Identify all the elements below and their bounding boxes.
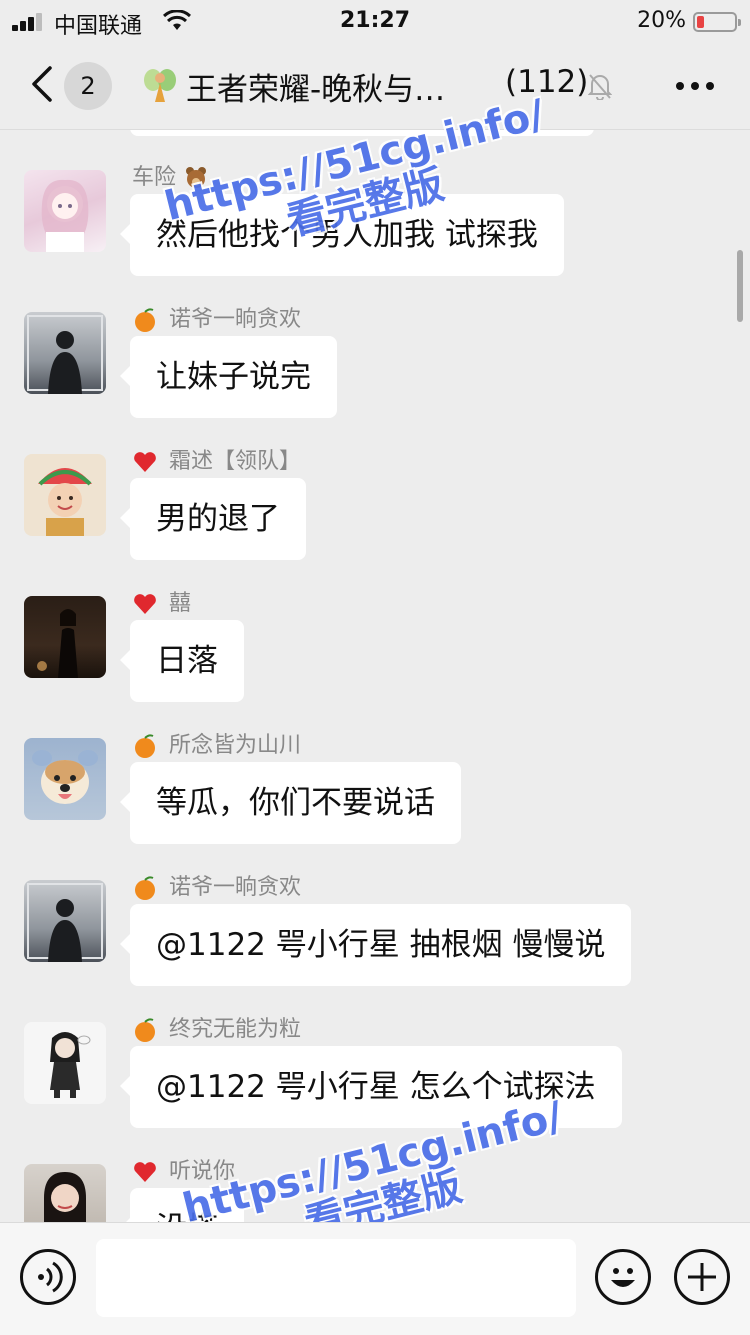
heart-icon xyxy=(134,594,156,614)
message-bubble[interactable]: 等瓜，你们不要说话 xyxy=(120,762,461,844)
avatar[interactable] xyxy=(24,454,106,536)
avatar[interactable] xyxy=(24,1022,106,1104)
message-bubble[interactable]: 日落 xyxy=(120,620,244,702)
heart-icon xyxy=(134,1162,156,1182)
scrollbar[interactable] xyxy=(737,250,743,322)
avatar[interactable] xyxy=(24,170,106,252)
previous-message-bubble xyxy=(130,130,594,136)
status-bar: 中国联通 21:27 20% xyxy=(0,0,750,42)
plus-icon xyxy=(688,1263,716,1291)
message-bubble[interactable]: 让妹子说完 xyxy=(120,336,337,418)
member-count: (112) xyxy=(505,64,589,100)
message-bubble[interactable]: @1122 咢小行星 怎么个试探法 xyxy=(120,1046,622,1128)
sender-name: 终究无能为粒 xyxy=(132,1014,301,1046)
sender-name: 诺爷一晌贪欢 xyxy=(132,872,301,904)
sender-name: 听说你 xyxy=(132,1156,235,1188)
avatar[interactable] xyxy=(24,738,106,820)
avatar[interactable] xyxy=(24,880,106,962)
more-actions-button[interactable] xyxy=(674,1249,730,1305)
avatar[interactable] xyxy=(24,1164,106,1222)
avatar[interactable] xyxy=(24,596,106,678)
heart-icon xyxy=(134,452,156,472)
battery-percentage: 20% xyxy=(637,8,686,33)
smiley-icon xyxy=(611,1268,635,1287)
orange-icon xyxy=(135,308,155,332)
orange-icon xyxy=(135,876,155,900)
bear-icon xyxy=(186,167,207,188)
chat-title: 王者荣耀-晚秋与… xyxy=(186,72,446,108)
sender-name: 车险 xyxy=(132,162,213,194)
message-bubble[interactable]: @1122 咢小行星 抽根烟 慢慢说 xyxy=(119,904,632,986)
sender-name: 所念皆为山川 xyxy=(132,730,301,762)
message-list[interactable]: 车险 然后他找个男人加我 试探我 诺爷一晌贪欢 让妹子说完 霜述【领队】 男的退… xyxy=(0,130,750,1222)
voice-input-button[interactable] xyxy=(20,1249,76,1305)
voice-icon xyxy=(38,1261,63,1293)
chat-header: 2 王者荣耀-晚秋与… (112) xyxy=(0,42,750,130)
orange-icon xyxy=(135,734,155,758)
message-bubble[interactable]: 没搭 xyxy=(120,1188,244,1222)
input-bar xyxy=(0,1222,750,1335)
fairy-icon xyxy=(144,69,176,102)
sender-name: 霜述【领队】 xyxy=(132,446,301,478)
back-button[interactable] xyxy=(30,66,54,102)
battery-icon xyxy=(693,12,741,32)
muted-bell-icon xyxy=(588,74,612,100)
avatar[interactable] xyxy=(24,312,106,394)
message-input[interactable] xyxy=(96,1239,576,1317)
sender-name: 囍 xyxy=(132,588,191,620)
unread-count-badge[interactable]: 2 xyxy=(64,62,112,110)
sender-name: 诺爷一晌贪欢 xyxy=(132,304,301,336)
message-bubble[interactable]: 男的退了 xyxy=(120,478,306,560)
message-bubble[interactable]: 然后他找个男人加我 试探我 xyxy=(120,194,564,276)
more-options-button[interactable] xyxy=(676,82,716,92)
orange-icon xyxy=(135,1018,155,1042)
emoji-button[interactable] xyxy=(595,1249,651,1305)
